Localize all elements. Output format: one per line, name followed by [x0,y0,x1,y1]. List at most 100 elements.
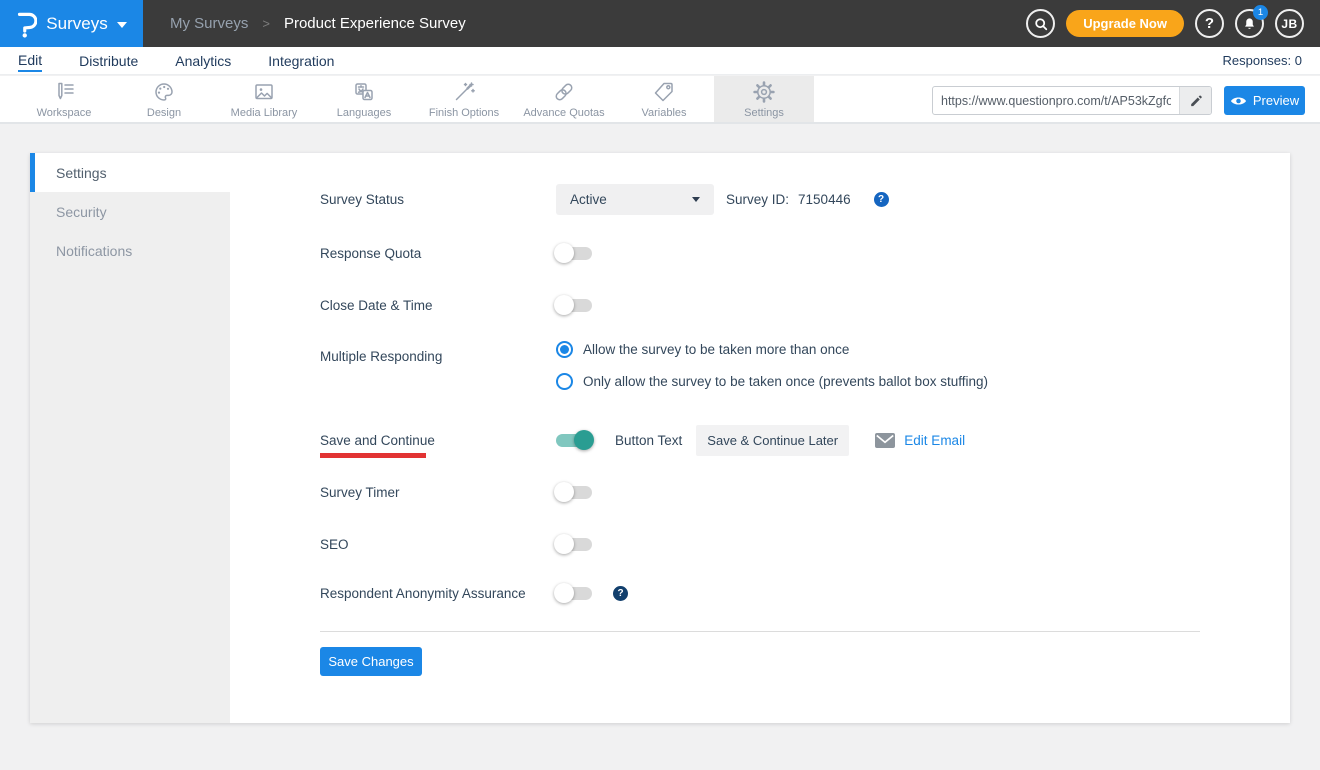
gear-icon [752,80,776,104]
palette-icon [152,80,176,104]
toolbar-item-design[interactable]: Design [114,76,214,122]
survey-timer-row: Survey Timer [320,476,592,508]
survey-status-label: Survey Status [320,192,556,207]
toggle-knob [554,243,574,263]
chevron-down-icon [117,22,127,28]
tab-integration[interactable]: Integration [268,50,334,71]
edit-url-button[interactable] [1179,87,1211,114]
tab-distribute[interactable]: Distribute [79,50,138,71]
breadcrumb-separator: > [262,16,270,31]
survey-id-value: 7150446 [798,192,851,207]
breadcrumb: My Surveys > Product Experience Survey [170,15,466,32]
notification-badge: 1 [1253,5,1268,20]
survey-timer-label: Survey Timer [320,485,556,500]
breadcrumb-parent-link[interactable]: My Surveys [170,15,248,32]
response-quota-label: Response Quota [320,246,556,261]
save-and-continue-highlight [320,453,426,458]
chevron-down-icon [692,197,700,202]
main-nav: Edit Distribute Analytics Integration Re… [0,47,1320,75]
toggle-knob [554,534,574,554]
toolbar-item-finish-options[interactable]: Finish Options [414,76,514,122]
product-switcher[interactable]: Surveys [0,0,143,47]
seo-label: SEO [320,537,556,552]
sidebar-item-security[interactable]: Security [30,192,230,231]
eye-icon [1230,95,1247,107]
settings-sidebar: Settings Security Notifications [30,153,230,723]
seo-row: SEO [320,528,592,560]
avatar-initials: JB [1281,17,1297,31]
help-icon[interactable]: ? [874,192,889,207]
notifications-button[interactable]: 1 [1235,9,1264,38]
settings-panel: Settings Security Notifications Survey S… [30,153,1290,723]
save-and-continue-label: Save and Continue [320,433,556,448]
anonymity-label: Respondent Anonymity Assurance [320,586,556,601]
multiple-responding-label: Multiple Responding [320,349,556,364]
close-date-toggle[interactable] [556,299,592,312]
survey-status-select[interactable]: Active [556,184,714,215]
anonymity-row: Respondent Anonymity Assurance ? [320,577,628,609]
multiple-responding-options: Allow the survey to be taken more than o… [556,341,988,390]
toggle-knob [554,482,574,502]
survey-url-input[interactable] [933,94,1179,108]
survey-status-value: Active [570,192,692,207]
save-changes-button[interactable]: Save Changes [320,647,422,676]
edit-toolbar: Workspace Design [0,76,1320,124]
toolbar-item-workspace[interactable]: Workspace [14,76,114,122]
response-quota-toggle[interactable] [556,247,592,260]
close-date-label: Close Date & Time [320,298,556,313]
email-icon[interactable] [875,433,895,448]
search-icon [1033,16,1049,32]
preview-button[interactable]: Preview [1224,86,1305,115]
questionpro-logo-icon [16,9,37,39]
pencil-icon [1189,94,1203,108]
seo-toggle[interactable] [556,538,592,551]
toolbar-item-settings[interactable]: Settings [714,76,814,122]
help-button[interactable]: ? [1195,9,1224,38]
sidebar-item-notifications[interactable]: Notifications [30,231,230,270]
toggle-knob [554,583,574,603]
help-icon[interactable]: ? [613,586,628,601]
responses-count: Responses: 0 [1223,53,1303,68]
toolbar-item-advance-quotas[interactable]: Advance Quotas [514,76,614,122]
save-and-continue-toggle[interactable] [556,434,592,447]
pencil-list-icon [52,80,76,104]
image-icon [252,80,276,104]
top-header: Surveys My Surveys > Product Experience … [0,0,1320,47]
survey-timer-toggle[interactable] [556,486,592,499]
survey-url-group [932,86,1212,115]
toolbar-item-media-library[interactable]: Media Library [214,76,314,122]
question-mark-icon: ? [1205,15,1214,32]
close-date-row: Close Date & Time [320,289,592,321]
page-title: Product Experience Survey [284,15,466,32]
response-quota-row: Response Quota [320,237,592,269]
button-text-input[interactable] [696,425,849,456]
survey-id-label: Survey ID: [726,192,789,207]
multiple-responding-row: Multiple Responding Allow the survey to … [320,341,988,405]
sidebar-item-settings[interactable]: Settings [30,153,230,192]
radio-option-once[interactable]: Only allow the survey to be taken once (… [556,373,988,390]
form-divider [320,631,1200,632]
tag-icon [652,80,676,104]
anonymity-toggle[interactable] [556,587,592,600]
upgrade-button[interactable]: Upgrade Now [1066,10,1184,37]
radio-selected-icon[interactable] [556,341,573,358]
app-window: Surveys My Surveys > Product Experience … [0,0,1320,770]
radio-option-multiple[interactable]: Allow the survey to be taken more than o… [556,341,988,358]
edit-email-link[interactable]: Edit Email [904,433,965,448]
toggle-knob [574,430,594,450]
survey-status-row: Survey Status Active Survey ID: 7150446 … [320,183,889,215]
button-text-label: Button Text [615,433,682,448]
tab-analytics[interactable]: Analytics [175,50,231,71]
header-actions: Upgrade Now ? 1 JB [1026,9,1320,38]
translate-icon [352,80,376,104]
search-button[interactable] [1026,9,1055,38]
toolbar-item-variables[interactable]: Variables [614,76,714,122]
product-name: Surveys [46,14,107,34]
chain-link-icon [552,80,576,104]
tab-edit[interactable]: Edit [18,49,42,72]
avatar[interactable]: JB [1275,9,1304,38]
toolbar-item-languages[interactable]: Languages [314,76,414,122]
toggle-knob [554,295,574,315]
radio-unselected-icon[interactable] [556,373,573,390]
magic-wand-icon [452,80,476,104]
